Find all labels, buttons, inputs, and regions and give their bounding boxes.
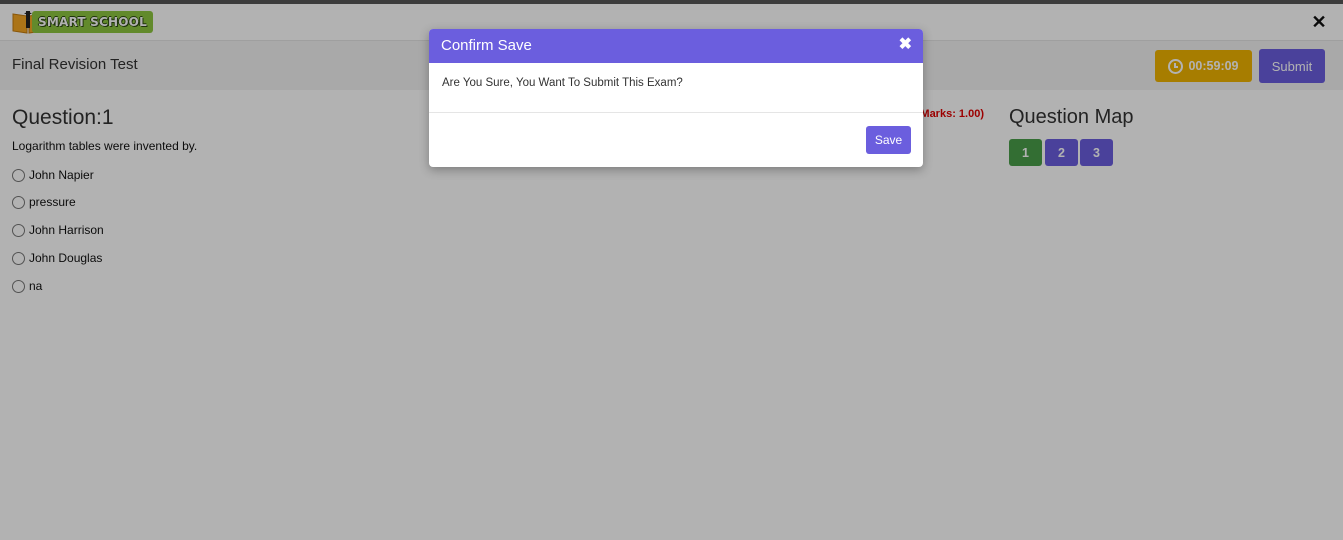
modal-message: Are You Sure, You Want To Submit This Ex… [442, 77, 683, 89]
save-button[interactable]: Save [866, 126, 911, 154]
close-icon[interactable]: ✖ [899, 36, 912, 54]
modal-footer: Save [429, 113, 923, 167]
modal-header: Confirm Save ✖ [429, 29, 923, 63]
confirm-save-modal: Confirm Save ✖ Are You Sure, You Want To… [429, 29, 923, 167]
modal-title: Confirm Save [441, 37, 532, 54]
modal-body: Are You Sure, You Want To Submit This Ex… [429, 63, 923, 113]
